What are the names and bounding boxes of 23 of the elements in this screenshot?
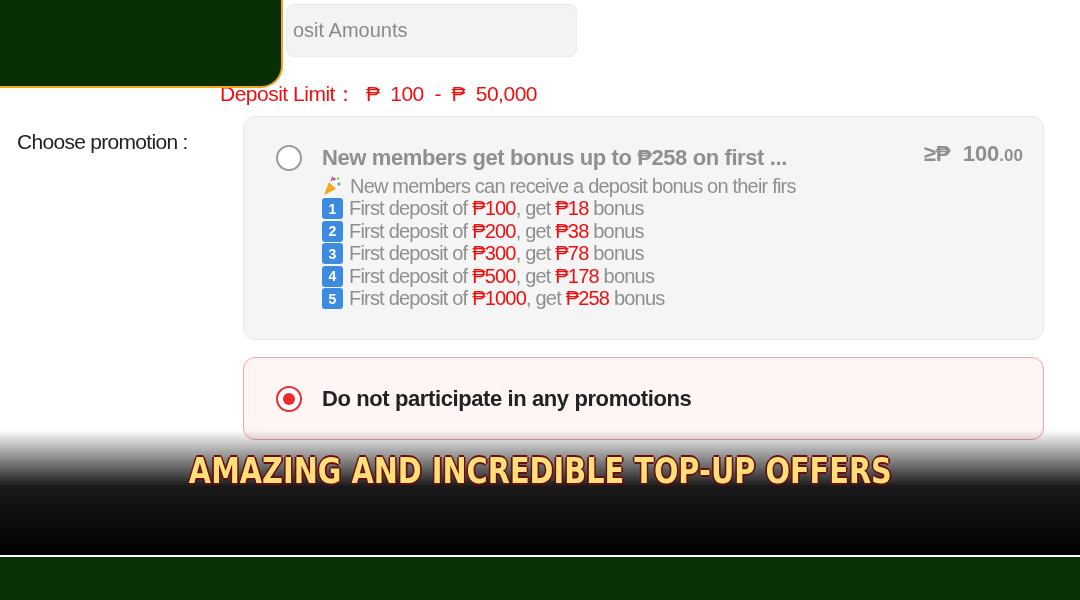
bonus-tier-text: First deposit of ₱300, get ₱78 bonus [349,242,644,266]
party-popper-icon [322,176,342,197]
promotion-description: New members can receive a deposit bonus on their firs [350,174,796,198]
deposit-limit-text: Deposit Limit： ₱ 100 - ₱ 50,000 [220,81,538,107]
deposit-amount-field[interactable]: osit Amounts [286,4,577,57]
bonus-tier-text: First deposit of ₱200, get ₱38 bonus [349,219,644,243]
banner-caption: AMAZING AND INCREDIBLE TOP-UP OFFERS [188,450,892,493]
number-badge: 2 [322,220,343,242]
promotion-title: Do not participate in any promotions [322,385,692,412]
bonus-tier-text: First deposit of ₱100, get ₱18 bonus [349,197,644,221]
promotion-option[interactable]: Do not participate in any promotions [243,357,1044,440]
promotion-option[interactable] [243,116,1044,340]
number-badge: 4 [322,265,343,287]
number-badge: 5 [322,288,343,310]
number-badge: 3 [322,243,343,265]
radio-button[interactable] [276,385,302,412]
promotion-label: Choose promotion : [16,129,189,155]
bonus-tier-text: First deposit of ₱1000, get ₱258 bonus [349,287,665,311]
promotion-title: New members get bonus up to ₱258 on first ... [322,145,787,171]
radio-button[interactable] [276,145,302,171]
bonus-tier-text: First deposit of ₱500, get ₱178 bonus [349,264,655,288]
minimum-amount: ≥₱ 100.00 [923,141,1023,167]
number-badge: 1 [322,198,343,220]
